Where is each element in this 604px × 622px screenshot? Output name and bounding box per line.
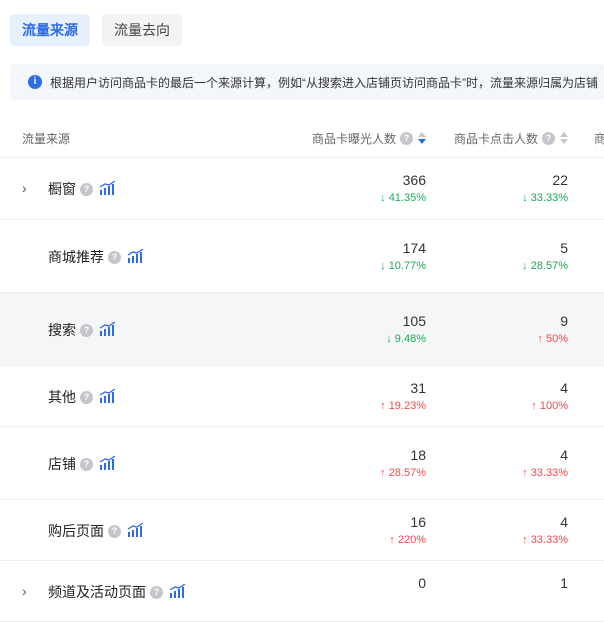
help-icon[interactable]: ? xyxy=(80,182,93,196)
source-name: 其他 xyxy=(48,389,76,405)
click-users-cell: 4 ↑ 33.33% xyxy=(522,447,568,480)
click-users-change: ↑ 33.33% xyxy=(522,534,568,546)
exposure-users-cell: 366 ↓ 41.35% xyxy=(380,172,426,205)
source-tabs: 流量来源 流量去向 xyxy=(10,14,182,46)
exposure-users-value: 31 xyxy=(410,380,426,396)
header-click-users[interactable]: 商品卡点击人数 ? xyxy=(454,118,568,158)
source-name: 购后页面 xyxy=(48,523,104,539)
table-row[interactable]: › 频道及活动页面 ? 0 1 xyxy=(0,561,604,622)
trend-chart-icon[interactable] xyxy=(127,521,145,540)
exposure-users-value: 18 xyxy=(410,447,426,463)
source-name-cell: 频道及活动页面 ? xyxy=(48,582,187,601)
info-icon: i xyxy=(28,75,42,89)
click-users-change: ↑ 100% xyxy=(531,400,568,412)
source-name-cell: 购后页面 ? xyxy=(48,521,145,540)
trend-chart-icon[interactable] xyxy=(99,387,117,406)
click-users-change: ↑ 33.33% xyxy=(522,467,568,479)
exposure-users-value: 105 xyxy=(402,313,426,329)
exposure-users-cell: 105 ↓ 9.48% xyxy=(386,313,426,346)
help-icon[interactable]: ? xyxy=(108,524,121,538)
header-next-column: 商 xyxy=(594,131,604,146)
source-name-cell: 搜索 ? xyxy=(48,320,117,339)
exposure-users-cell: 18 ↑ 28.57% xyxy=(380,447,426,480)
info-notice: i 根据用户访问商品卡的最后一个来源计算，例如“从搜索进入店铺页访问商品卡”时，… xyxy=(10,64,604,100)
source-name: 频道及活动页面 xyxy=(48,584,146,600)
click-users-cell: 1 xyxy=(560,575,568,594)
click-users-cell: 5 ↓ 28.57% xyxy=(522,240,568,273)
click-users-cell: 4 ↑ 33.33% xyxy=(522,514,568,547)
table-header: 流量来源 商品卡曝光人数 ? 商品卡点击人数 ? 商 xyxy=(0,118,604,158)
help-icon[interactable]: ? xyxy=(80,390,93,404)
source-name-cell: 店铺 ? xyxy=(48,454,117,473)
exposure-users-change: ↑ 28.57% xyxy=(380,467,426,479)
source-name-cell: 商城推荐 ? xyxy=(48,247,145,266)
click-users-change: ↓ 33.33% xyxy=(522,192,568,204)
table-row[interactable]: 商城推荐 ? 174 ↓ 10.77% 5 ↓ 28.57% xyxy=(0,220,604,293)
source-name: 搜索 xyxy=(48,322,76,338)
trend-chart-icon[interactable] xyxy=(169,582,187,601)
trend-chart-icon[interactable] xyxy=(99,454,117,473)
click-users-value: 4 xyxy=(560,447,568,463)
table-body: › 橱窗 ? 366 ↓ 41.35% 22 ↓ 33.33% 商城推荐 ? 1… xyxy=(0,158,604,622)
trend-chart-icon[interactable] xyxy=(127,247,145,266)
source-name: 店铺 xyxy=(48,456,76,472)
click-users-change: ↑ 50% xyxy=(537,333,568,345)
click-users-value: 4 xyxy=(560,514,568,530)
source-name-cell: 橱窗 ? xyxy=(48,179,117,198)
table-row[interactable]: › 橱窗 ? 366 ↓ 41.35% 22 ↓ 33.33% xyxy=(0,158,604,220)
trend-chart-icon[interactable] xyxy=(99,320,117,339)
table-row[interactable]: 购后页面 ? 16 ↑ 220% 4 ↑ 33.33% xyxy=(0,500,604,561)
click-users-change: ↓ 28.57% xyxy=(522,260,568,272)
help-icon[interactable]: ? xyxy=(542,131,555,145)
click-users-value: 9 xyxy=(560,313,568,329)
source-name-cell: 其他 ? xyxy=(48,387,117,406)
exposure-users-change: ↓ 10.77% xyxy=(380,260,426,272)
tab-traffic-destination[interactable]: 流量去向 xyxy=(102,14,182,46)
help-icon[interactable]: ? xyxy=(150,585,163,599)
exposure-users-cell: 0 xyxy=(418,575,426,594)
header-source: 流量来源 xyxy=(22,131,71,146)
expand-chevron-icon[interactable]: › xyxy=(22,583,32,599)
help-icon[interactable]: ? xyxy=(400,131,413,145)
click-users-cell: 22 ↓ 33.33% xyxy=(522,172,568,205)
click-users-cell: 4 ↑ 100% xyxy=(531,380,568,413)
trend-chart-icon[interactable] xyxy=(99,179,117,198)
table-row[interactable]: 搜索 ? 105 ↓ 9.48% 9 ↑ 50% xyxy=(0,293,604,366)
exposure-users-value: 0 xyxy=(418,575,426,591)
source-name: 橱窗 xyxy=(48,181,76,197)
click-users-cell: 9 ↑ 50% xyxy=(537,313,568,346)
exposure-users-cell: 31 ↑ 19.23% xyxy=(380,380,426,413)
sort-icon[interactable] xyxy=(560,132,568,144)
exposure-users-change: ↑ 19.23% xyxy=(380,400,426,412)
help-icon[interactable]: ? xyxy=(80,323,93,337)
help-icon[interactable]: ? xyxy=(80,457,93,471)
exposure-users-value: 174 xyxy=(402,240,426,256)
exposure-users-cell: 174 ↓ 10.77% xyxy=(380,240,426,273)
click-users-value: 4 xyxy=(560,380,568,396)
exposure-users-change: ↑ 220% xyxy=(389,534,426,546)
exposure-users-value: 366 xyxy=(402,172,426,188)
click-users-value: 1 xyxy=(560,575,568,591)
source-name: 商城推荐 xyxy=(48,249,104,265)
exposure-users-value: 16 xyxy=(410,514,426,530)
click-users-value: 22 xyxy=(552,172,568,188)
notice-text: 根据用户访问商品卡的最后一个来源计算，例如“从搜索进入店铺页访问商品卡”时，流量… xyxy=(50,75,598,90)
click-users-value: 5 xyxy=(560,240,568,256)
tab-traffic-source[interactable]: 流量来源 xyxy=(10,14,90,46)
header-exposure-users[interactable]: 商品卡曝光人数 ? xyxy=(312,118,426,158)
expand-chevron-icon[interactable]: › xyxy=(22,180,32,196)
exposure-users-change: ↓ 41.35% xyxy=(380,192,426,204)
help-icon[interactable]: ? xyxy=(108,250,121,264)
exposure-users-cell: 16 ↑ 220% xyxy=(389,514,426,547)
table-row[interactable]: 其他 ? 31 ↑ 19.23% 4 ↑ 100% xyxy=(0,366,604,427)
table-row[interactable]: 店铺 ? 18 ↑ 28.57% 4 ↑ 33.33% xyxy=(0,427,604,500)
exposure-users-change: ↓ 9.48% xyxy=(386,333,426,345)
sort-icon[interactable] xyxy=(418,132,426,144)
